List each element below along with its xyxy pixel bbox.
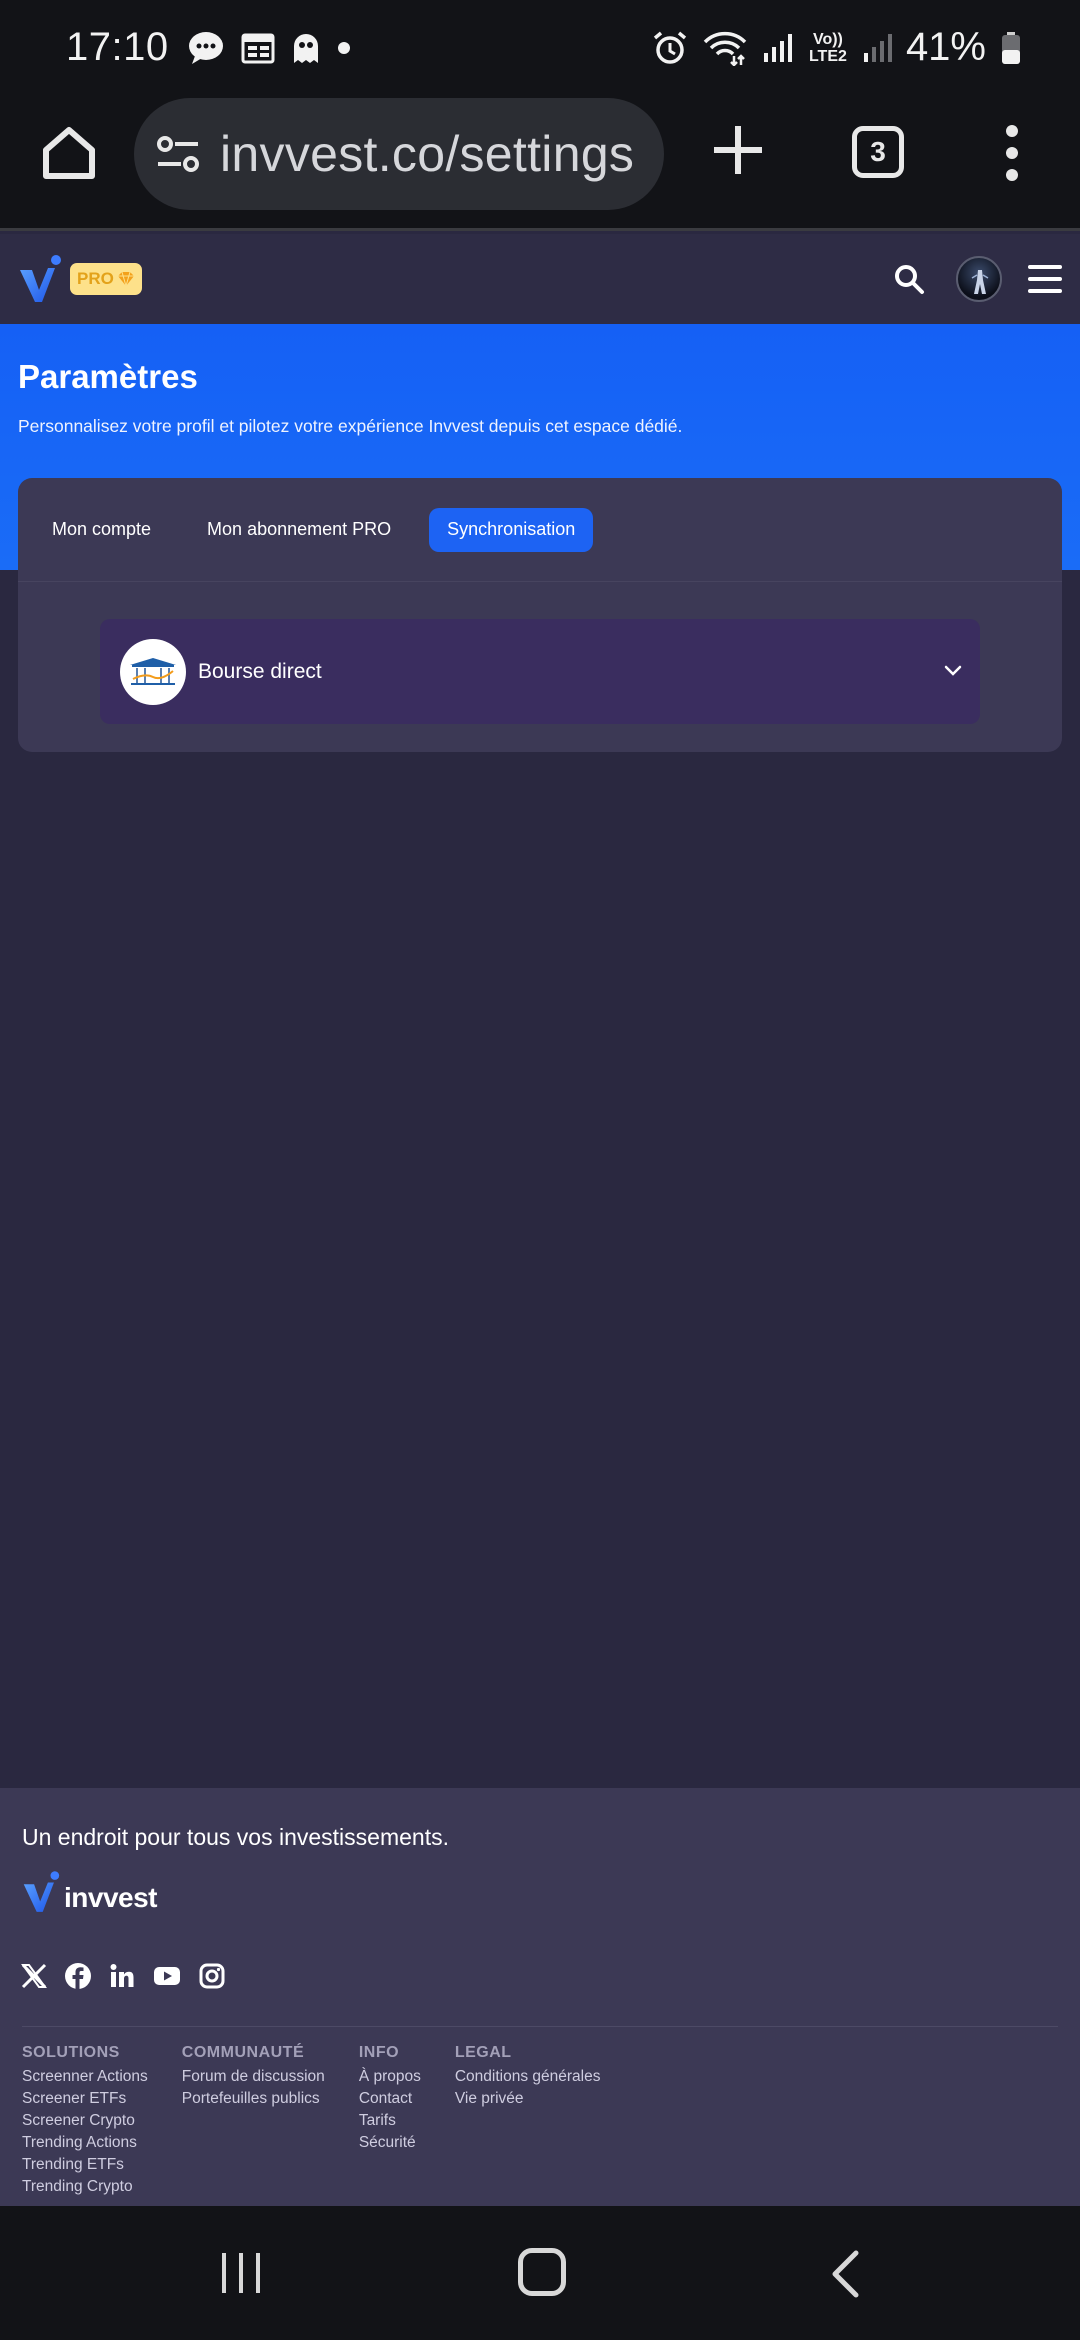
- pro-badge: PRO: [70, 263, 142, 295]
- invvest-logo[interactable]: [18, 254, 62, 304]
- pro-badge-label: PRO: [77, 269, 114, 288]
- footer-tagline: Un endroit pour tous vos investissements…: [22, 1824, 449, 1850]
- linkedin-icon[interactable]: [108, 1962, 136, 1990]
- footer-column-title: SOLUTIONS: [22, 2044, 120, 2061]
- footer-column-legal: LEGAL Conditions générales Vie privée: [455, 2044, 601, 2198]
- youtube-icon[interactable]: [152, 1962, 182, 1990]
- footer-link[interactable]: Screener Crypto: [22, 2110, 148, 2132]
- tab-mon-compte[interactable]: Mon compte: [34, 508, 169, 552]
- calendar-icon: [241, 33, 275, 63]
- footer-link[interactable]: Forum de discussion: [182, 2066, 325, 2088]
- chevron-down-icon[interactable]: [944, 665, 962, 677]
- recents-icon[interactable]: [218, 2250, 264, 2296]
- home-icon[interactable]: [38, 122, 100, 184]
- instagram-icon[interactable]: [198, 1962, 226, 1990]
- footer-link[interactable]: Conditions générales: [455, 2066, 601, 2088]
- address-bar[interactable]: invvest.co/settings: [134, 98, 664, 210]
- settings-card: Mon compte Mon abonnement PRO Synchronis…: [18, 478, 1062, 752]
- avatar[interactable]: [956, 256, 1002, 302]
- diamond-icon: [117, 271, 134, 287]
- footer-link[interactable]: Screenner Actions: [22, 2066, 148, 2088]
- system-nav-bar: [0, 2206, 1080, 2340]
- footer-link[interactable]: Trending Actions: [22, 2132, 148, 2154]
- browser-toolbar: invvest.co/settings 3: [0, 95, 1080, 231]
- footer-column-title: COMMUNAUTÉ: [181, 2044, 305, 2061]
- menu-icon[interactable]: [1028, 265, 1062, 293]
- site-footer: Un endroit pour tous vos investissements…: [0, 1788, 1080, 2206]
- x-icon[interactable]: [20, 1962, 48, 1990]
- footer-link[interactable]: Contact: [359, 2088, 421, 2110]
- footer-column-communaute: COMMUNAUTÉ Forum de discussion Portefeui…: [182, 2044, 325, 2198]
- footer-link[interactable]: Portefeuilles publics: [182, 2088, 325, 2110]
- broker-name: Bourse direct: [198, 659, 322, 683]
- footer-column-info: INFO À propos Contact Tarifs Sécurité: [359, 2044, 421, 2198]
- battery-icon: [1002, 31, 1020, 64]
- site-settings-icon[interactable]: [156, 134, 200, 174]
- site-header: PRO: [0, 234, 1080, 324]
- plus-icon[interactable]: [710, 122, 766, 178]
- more-vert-icon[interactable]: [1000, 122, 1024, 184]
- header-actions: [892, 256, 1062, 302]
- wifi-icon: [703, 31, 747, 66]
- footer-link[interactable]: Screener ETFs: [22, 2088, 148, 2110]
- ghost-icon: [293, 33, 318, 63]
- footer-link[interactable]: Tarifs: [359, 2110, 421, 2132]
- footer-column-title: LEGAL: [454, 2044, 512, 2061]
- settings-tabs: Mon compte Mon abonnement PRO Synchronis…: [18, 478, 1062, 582]
- search-icon[interactable]: [892, 262, 926, 296]
- signal-weak-icon: [863, 33, 892, 62]
- url-text: invvest.co/settings: [220, 126, 635, 182]
- footer-columns: SOLUTIONS Screenner Actions Screener ETF…: [22, 2044, 634, 2198]
- footer-brand: invvest: [64, 1882, 158, 1913]
- notification-icons: [187, 30, 351, 66]
- footer-logo[interactable]: invvest: [22, 1870, 158, 1914]
- page-subtitle: Personnalisez votre profil et pilotez vo…: [18, 416, 683, 436]
- tab-mon-abonnement-pro[interactable]: Mon abonnement PRO: [189, 508, 409, 552]
- footer-link[interactable]: Sécurité: [359, 2132, 421, 2154]
- message-icon: [188, 31, 223, 64]
- status-bar: 17:10 Vo)) LTE2 41%: [0, 0, 1080, 95]
- bourse-direct-logo-icon: [130, 657, 176, 685]
- tabs-icon[interactable]: 3: [852, 126, 904, 178]
- footer-column-solutions: SOLUTIONS Screenner Actions Screener ETF…: [22, 2044, 148, 2198]
- system-home-icon[interactable]: [518, 2248, 566, 2296]
- broker-accordion[interactable]: Bourse direct: [100, 619, 980, 724]
- footer-column-title: INFO: [358, 2044, 400, 2061]
- invvest-logo-mark: [23, 1871, 60, 1912]
- system-icons: Vo)) LTE2 41%: [652, 25, 1022, 70]
- tab-synchronisation[interactable]: Synchronisation: [429, 507, 594, 552]
- broker-logo: [120, 638, 186, 705]
- dot-icon: [337, 41, 350, 54]
- footer-divider: [22, 2026, 1058, 2027]
- battery-level: 41%: [905, 25, 986, 69]
- avatar-image: [971, 270, 989, 294]
- facebook-icon[interactable]: [64, 1962, 92, 1990]
- signal-icon: [763, 33, 792, 62]
- social-links: [20, 1962, 226, 1990]
- footer-link[interactable]: Trending ETFs: [22, 2154, 148, 2176]
- alarm-icon: [653, 31, 687, 64]
- back-icon[interactable]: [830, 2250, 860, 2298]
- page-title: Paramètres: [18, 358, 198, 395]
- network-label: Vo)) LTE2: [808, 30, 847, 65]
- footer-link[interactable]: Trending Crypto: [22, 2176, 148, 2198]
- footer-link[interactable]: À propos: [359, 2066, 421, 2088]
- status-time: 17:10: [66, 25, 169, 69]
- footer-link[interactable]: Vie privée: [455, 2088, 601, 2110]
